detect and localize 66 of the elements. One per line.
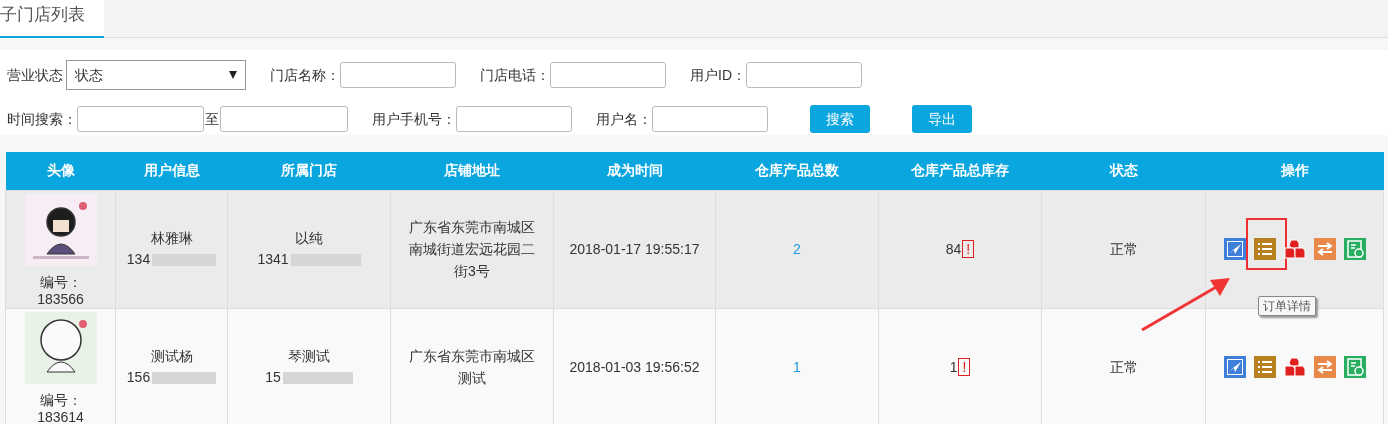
product-count-link[interactable]: 1	[793, 358, 801, 375]
blurred-redaction	[282, 371, 353, 384]
stock-count: 84	[945, 240, 962, 257]
field-label: 营业状态	[7, 65, 63, 85]
join-time: 2018-01-03 19:56:52	[569, 358, 700, 375]
ledger-clock-icon[interactable]	[1343, 238, 1366, 260]
input-field[interactable]	[340, 62, 456, 88]
input-field[interactable]	[746, 62, 862, 88]
column-header: 所属门店	[227, 152, 391, 190]
id-number: 183566	[37, 290, 84, 308]
store-name: 以纯	[295, 229, 323, 248]
list-icon[interactable]	[1253, 238, 1276, 260]
status-select[interactable]: 状态	[66, 60, 246, 90]
input-field[interactable]	[456, 106, 572, 132]
status-text: 正常	[1109, 358, 1138, 375]
column-header: 仓库产品总数	[715, 152, 879, 190]
list-icon[interactable]	[1253, 356, 1276, 378]
store-name: 琴测试	[288, 347, 330, 366]
input-field[interactable]	[550, 62, 666, 88]
input-field[interactable]	[77, 106, 204, 132]
product-count-link[interactable]: 2	[793, 240, 801, 257]
id-label: 编号：	[39, 391, 82, 409]
column-header: 用户信息	[115, 152, 228, 190]
boxes-icon[interactable]	[1283, 238, 1306, 260]
field-label: 用户ID：	[690, 65, 746, 85]
blurred-redaction	[152, 371, 217, 384]
user-name: 测试杨	[150, 347, 193, 366]
field-label: 门店名称：	[270, 65, 340, 85]
phone-number: 1341	[257, 250, 289, 269]
caret-icon	[229, 71, 237, 79]
ledger-clock-icon[interactable]	[1343, 356, 1366, 378]
boxes-icon[interactable]	[1283, 356, 1306, 378]
filter-button[interactable]: 搜索	[810, 105, 870, 133]
user-name: 林雅琳	[150, 229, 193, 248]
column-header: 头像	[5, 152, 116, 190]
paper-plane-icon[interactable]	[1223, 356, 1246, 378]
stock-count: 1	[949, 358, 958, 375]
id-label: 编号：	[39, 273, 82, 291]
tab[interactable]: 子门店列表	[0, 0, 104, 38]
field-label: 用户手机号：	[372, 109, 456, 129]
column-header: 状态	[1041, 152, 1206, 190]
tooltip: 订单详情	[1257, 296, 1316, 316]
join-time: 2018-01-17 19:55:17	[569, 240, 700, 257]
column-header: 操作	[1205, 152, 1384, 190]
filter-button[interactable]: 导出	[912, 105, 972, 133]
paper-plane-icon[interactable]	[1223, 238, 1246, 260]
range-separator: 至	[205, 109, 219, 129]
column-header: 仓库产品总库存	[878, 152, 1042, 190]
column-header: 店铺地址	[390, 152, 554, 190]
phone-number: 15	[265, 368, 281, 387]
input-field[interactable]	[220, 106, 348, 132]
input-field[interactable]	[652, 106, 768, 132]
id-number: 183614	[37, 408, 84, 424]
swap-arrows-icon[interactable]	[1313, 356, 1336, 378]
field-label: 用户名：	[596, 109, 652, 129]
alert-mark: !	[958, 357, 971, 376]
status-text: 正常	[1109, 240, 1138, 257]
address-text: 广东省东莞市南城区南城街道宏远花园二街3号	[409, 219, 535, 279]
phone-number: 134	[126, 250, 151, 269]
address-text: 广东省东莞市南城区测试	[409, 348, 535, 386]
field-label: 时间搜索：	[7, 109, 77, 129]
swap-arrows-icon[interactable]	[1313, 238, 1336, 260]
phone-number: 156	[126, 368, 151, 387]
column-header: 成为时间	[553, 152, 716, 190]
alert-mark: !	[962, 239, 975, 258]
field-label: 门店电话：	[480, 65, 550, 85]
